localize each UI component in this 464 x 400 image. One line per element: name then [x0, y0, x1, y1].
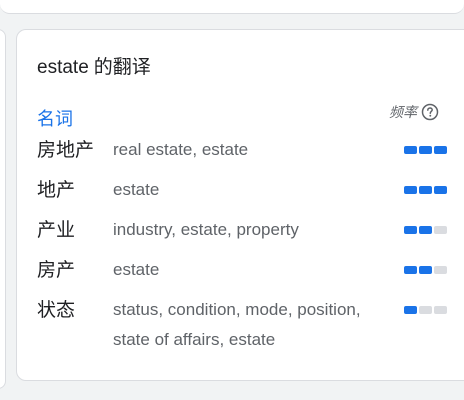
card-title-word: estate [37, 57, 89, 78]
frequency-indicator [404, 266, 447, 274]
frequency-bar [434, 226, 447, 234]
frequency-bar [434, 186, 447, 194]
frequency-indicator [404, 146, 447, 154]
translation-term: 产业 [37, 220, 76, 241]
translation-term: 状态 [37, 300, 76, 321]
frequency-indicator [404, 186, 447, 194]
frequency-bar [404, 266, 417, 274]
frequency-bar [434, 266, 447, 274]
frequency-bar [419, 306, 432, 314]
frequency-bar [404, 186, 417, 194]
frequency-bar [404, 226, 417, 234]
frequency-bar [404, 146, 417, 154]
back-translations: industry, estate, property [113, 220, 299, 239]
frequency-bar [419, 226, 432, 234]
back-translations: status, condition, mode, position, state… [113, 300, 361, 349]
back-translations: estate [113, 180, 160, 199]
back-translations: real estate, estate [113, 140, 249, 159]
back-translations: estate [113, 260, 160, 279]
frequency-bar [434, 146, 447, 154]
translation-term: 房地产 [37, 140, 95, 161]
card-title: estate 的翻译 [37, 52, 151, 79]
frequency-indicator [404, 306, 447, 314]
frequency-bar [419, 186, 432, 194]
page: estate的翻译 名词 频率 房地产 real estate, estate [0, 0, 464, 400]
card-title-suffix: 的翻译 [93, 57, 151, 78]
previous-card-edge [0, 0, 464, 14]
translation-term: 地产 [37, 180, 76, 201]
frequency-bar [419, 146, 432, 154]
side-panel-edge [0, 29, 6, 389]
frequency-bar [404, 306, 417, 314]
translation-card: estate的翻译 名词 频率 房地产 real estate, estate [16, 29, 464, 381]
frequency-bar [434, 306, 447, 314]
frequency-header: 频率 [389, 102, 439, 122]
translation-term: 房产 [37, 260, 76, 281]
part-of-speech-label: 名词 [37, 109, 73, 129]
frequency-label: 频率 [389, 104, 417, 120]
frequency-bar [419, 266, 432, 274]
frequency-indicator [404, 226, 447, 234]
help-circle-icon[interactable] [421, 103, 439, 121]
